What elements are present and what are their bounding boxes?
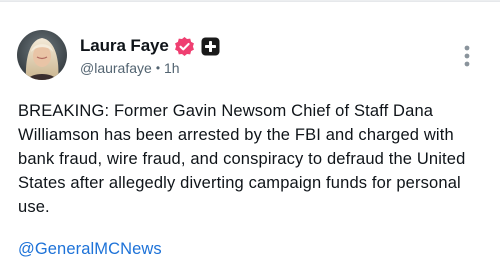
handle-row: @laurafaye • 1h xyxy=(80,59,180,77)
display-name[interactable]: Laura Faye xyxy=(80,36,169,56)
avatar[interactable] xyxy=(17,30,67,80)
post-body: BREAKING: Former Gavin Newsom Chief of S… xyxy=(18,102,466,216)
verified-badge-icon xyxy=(174,36,195,57)
post-time[interactable]: 1h xyxy=(164,60,180,76)
separator-dot: • xyxy=(155,61,161,75)
more-vertical-icon[interactable] xyxy=(460,41,474,71)
divider xyxy=(0,1,500,2)
avatar-photo xyxy=(17,30,67,80)
author-name-row: Laura Faye xyxy=(80,35,220,57)
post-card: Laura Faye @laurafaye • 1h BREAKING: For… xyxy=(0,0,500,279)
handle[interactable]: @laurafaye xyxy=(80,60,152,76)
plus-badge-icon xyxy=(201,37,220,56)
mention-link[interactable]: @GeneralMCNews xyxy=(18,237,162,261)
